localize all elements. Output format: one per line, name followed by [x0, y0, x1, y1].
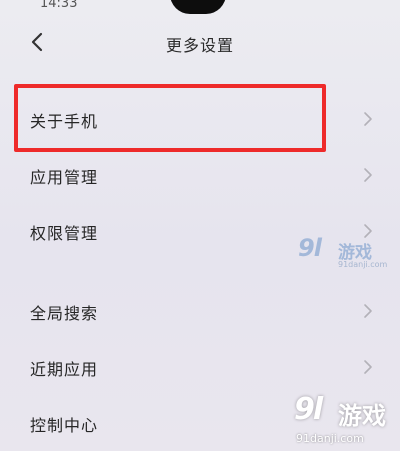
- status-time: 14:33: [40, 0, 78, 11]
- settings-item-label: 应用管理: [30, 168, 99, 187]
- watermark-url: 91danji.com: [338, 260, 388, 269]
- nav-bar: 更多设置: [0, 22, 400, 62]
- chevron-right-icon: [364, 112, 372, 126]
- settings-item-label: 近期应用: [30, 360, 99, 379]
- settings-item-global-search[interactable]: 全局搜索: [0, 286, 400, 336]
- settings-item-app-management[interactable]: 应用管理: [0, 150, 400, 200]
- chevron-right-icon: [364, 360, 372, 374]
- settings-item-recent-apps[interactable]: 近期应用: [0, 342, 400, 392]
- chevron-right-icon: [364, 168, 372, 182]
- phone-screen: 14:33 更多设置 关于手机 应用管理 权限管理 全局搜索 近期应用 控制中心…: [0, 0, 400, 451]
- page-title: 更多设置: [165, 36, 234, 55]
- status-bar: 14:33: [0, 0, 400, 16]
- watermark-large: 9l 游戏 91danji.com: [290, 392, 400, 451]
- watermark-logo: 9l: [298, 234, 322, 262]
- highlight-box: [14, 84, 326, 152]
- camera-notch: [170, 0, 226, 14]
- settings-item-label: 控制中心: [30, 416, 99, 435]
- settings-item-label: 全局搜索: [30, 304, 99, 323]
- watermark-logo: 9l: [294, 392, 323, 427]
- watermark-small: 9l 游戏 91danji.com: [298, 234, 388, 274]
- watermark-name: 游戏: [338, 402, 386, 430]
- chevron-right-icon: [364, 304, 372, 318]
- watermark-url: 91danji.com: [296, 432, 364, 445]
- settings-item-label: 权限管理: [30, 224, 99, 243]
